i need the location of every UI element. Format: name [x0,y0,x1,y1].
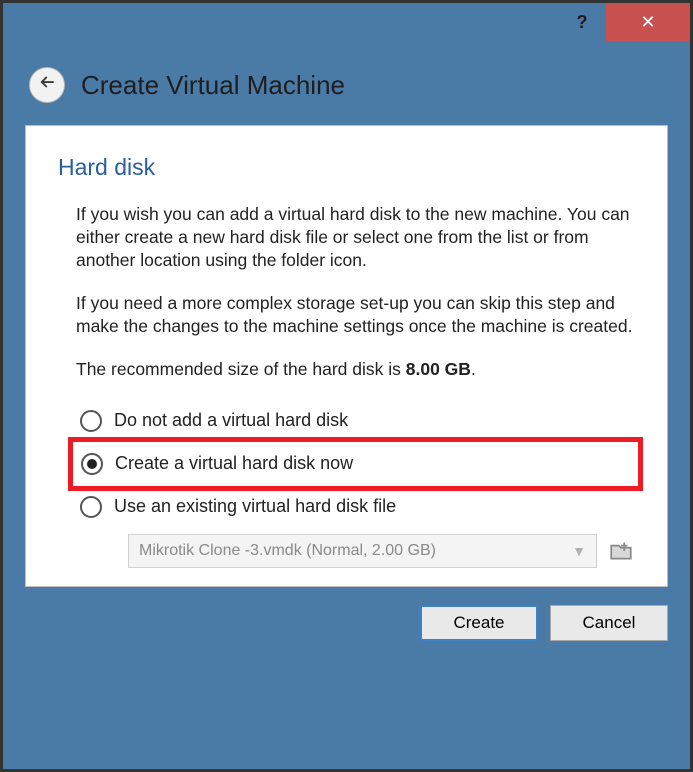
back-button[interactable] [29,67,65,103]
section-heading: Hard disk [58,154,635,181]
wizard-header: Create Virtual Machine [3,41,690,125]
intro-paragraph-1: If you wish you can add a virtual hard d… [76,203,635,272]
cancel-button[interactable]: Cancel [550,605,668,641]
radio-icon [80,496,102,518]
browse-folder-button [607,537,635,565]
close-button[interactable]: ✕ [606,3,690,41]
back-arrow-icon [38,73,56,97]
help-button[interactable]: ? [558,3,606,41]
recommended-value: 8.00 GB [406,359,471,379]
dialog-button-row: Create Cancel [25,605,668,641]
radio-label: Do not add a virtual hard disk [114,410,348,431]
chevron-down-icon: ▼ [572,543,586,559]
dialog-window: ? ✕ Create Virtual Machine Hard disk If … [0,0,693,772]
existing-file-value: Mikrotik Clone -3.vmdk (Normal, 2.00 GB) [139,542,436,560]
close-icon: ✕ [640,12,655,33]
titlebar: ? ✕ [3,3,690,41]
radio-icon [81,453,103,475]
page-title: Create Virtual Machine [81,70,345,101]
help-icon: ? [577,12,588,33]
radio-label: Use an existing virtual hard disk file [114,496,396,517]
content-panel: Hard disk If you wish you can add a virt… [25,125,668,587]
recommended-suffix: . [471,359,476,379]
radio-label: Create a virtual hard disk now [115,453,353,474]
radio-option-none[interactable]: Do not add a virtual hard disk [76,402,635,440]
recommended-prefix: The recommended size of the hard disk is [76,359,406,379]
hard-disk-options: Do not add a virtual hard disk Create a … [76,402,635,568]
existing-file-row: Mikrotik Clone -3.vmdk (Normal, 2.00 GB)… [128,534,635,568]
intro-paragraph-2: If you need a more complex storage set-u… [76,292,635,338]
create-button[interactable]: Create [420,605,538,641]
highlight-annotation: Create a virtual hard disk now [68,437,643,491]
recommended-size-text: The recommended size of the hard disk is… [76,358,635,381]
radio-option-existing[interactable]: Use an existing virtual hard disk file [76,488,635,526]
radio-icon [80,410,102,432]
radio-option-create[interactable]: Create a virtual hard disk now [77,445,634,483]
existing-file-select: Mikrotik Clone -3.vmdk (Normal, 2.00 GB)… [128,534,597,568]
